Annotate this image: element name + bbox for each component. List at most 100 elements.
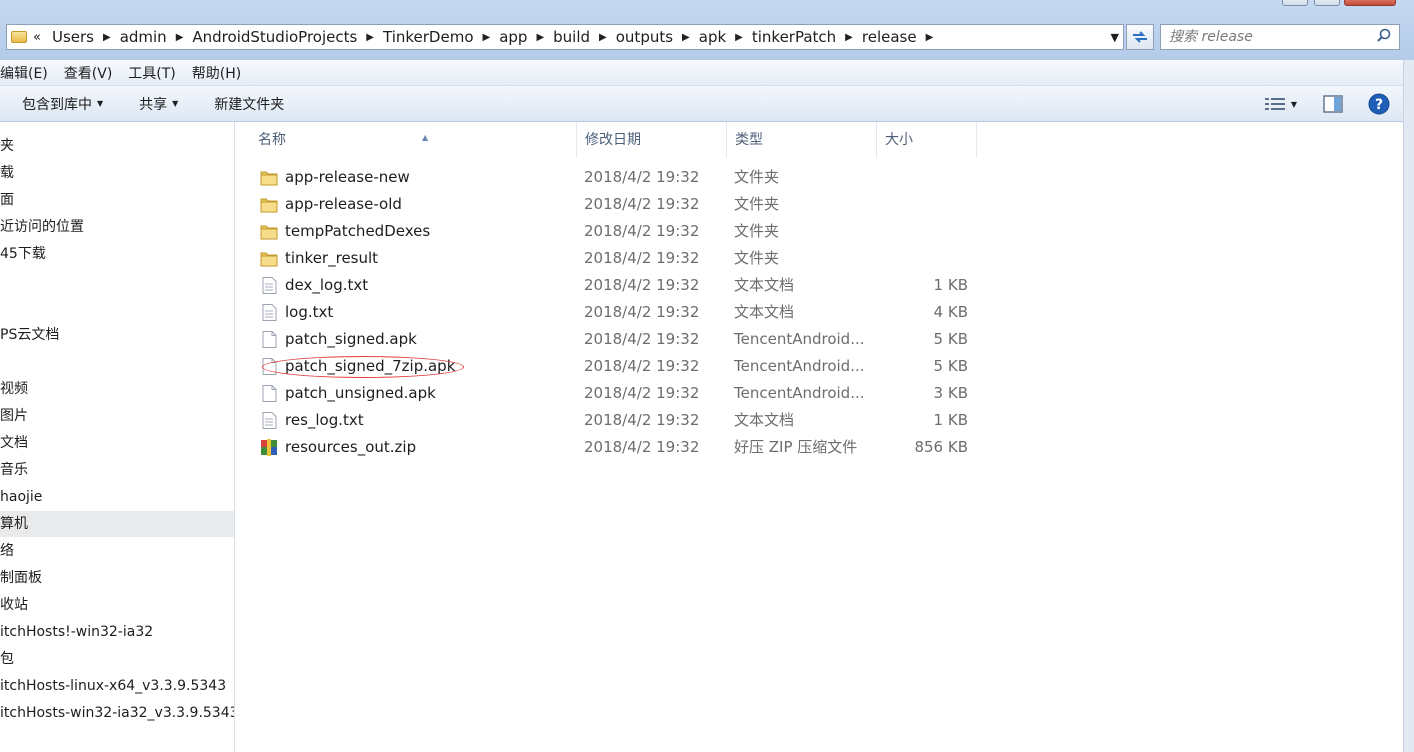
nav-item[interactable]: 文档 xyxy=(0,430,234,456)
breadcrumb-outputs[interactable]: outputs xyxy=(613,28,676,46)
new-folder-label: 新建文件夹 xyxy=(214,96,285,113)
nav-item[interactable]: haojie xyxy=(0,484,234,510)
svg-text:?: ? xyxy=(1375,97,1383,113)
file-name: tinker_result xyxy=(285,249,379,267)
nav-item[interactable]: 载 xyxy=(0,160,234,186)
breadcrumb-apk[interactable]: apk xyxy=(696,28,729,46)
file-row[interactable]: dex_log.txt 2018/4/2 19:32 文本文档 1 KB xyxy=(236,272,996,299)
address-history-dropdown-icon[interactable]: ▼ xyxy=(1111,31,1119,44)
breadcrumb-arrow-icon[interactable]: ▶ xyxy=(477,32,497,43)
new-folder-button[interactable]: 新建文件夹 xyxy=(196,94,302,114)
file-size xyxy=(884,245,968,272)
nav-item[interactable]: 45下载 xyxy=(0,241,234,267)
nav-item[interactable]: 图片 xyxy=(0,403,234,429)
file-date: 2018/4/2 19:32 xyxy=(584,276,700,294)
search-icon[interactable] xyxy=(1377,28,1391,42)
refresh-button[interactable] xyxy=(1126,24,1154,50)
breadcrumb-build[interactable]: build xyxy=(550,28,593,46)
breadcrumb-tinkerpatch[interactable]: tinkerPatch xyxy=(749,28,839,46)
maximize-button[interactable] xyxy=(1314,0,1340,6)
menu-view[interactable]: 查看(V) xyxy=(56,63,121,83)
column-header-size[interactable]: 大小 xyxy=(877,122,977,158)
menu-tools[interactable]: 工具(T) xyxy=(120,63,183,83)
breadcrumb-arrow-icon[interactable]: ▶ xyxy=(920,32,940,43)
close-button[interactable] xyxy=(1344,0,1396,6)
search-input[interactable] xyxy=(1169,29,1369,45)
file-row[interactable]: patch_unsigned.apk 2018/4/2 19:32 TencentA… xyxy=(236,380,996,407)
file-name: dex_log.txt xyxy=(285,276,369,294)
nav-item[interactable]: 制面板 xyxy=(0,565,234,591)
text-file-icon xyxy=(260,277,278,294)
file-date: 2018/4/2 19:32 xyxy=(584,357,700,375)
breadcrumb-arrow-icon[interactable]: ▶ xyxy=(839,32,859,43)
include-in-library-button[interactable]: 包含到库中 ▼ xyxy=(0,94,121,114)
breadcrumb-arrow-icon[interactable]: ▶ xyxy=(729,32,749,43)
file-type: 文件夹 xyxy=(734,222,780,240)
breadcrumb-tinkerdemo[interactable]: TinkerDemo xyxy=(380,28,477,46)
file-row[interactable]: patch_signed.apk 2018/4/2 19:32 TencentAnd… xyxy=(236,326,996,353)
nav-item[interactable]: 音乐 xyxy=(0,457,234,483)
nav-item[interactable]: PS云文档 xyxy=(0,322,234,348)
column-header-date[interactable]: 修改日期 xyxy=(577,122,727,158)
file-row[interactable]: res_log.txt 2018/4/2 19:32 文本文档 1 KB xyxy=(236,407,996,434)
file-row[interactable]: tempPatchedDexes 2018/4/2 19:32 文件夹 xyxy=(236,218,996,245)
file-row[interactable]: patch_signed_7zip.apk 2018/4/2 19:32 Tence… xyxy=(236,353,996,380)
file-row[interactable]: app-release-new 2018/4/2 19:32 文件夹 xyxy=(236,164,996,191)
folder-icon xyxy=(11,31,27,43)
file-size: 5 KB xyxy=(933,330,968,348)
nav-item[interactable]: 近访问的位置 xyxy=(0,214,234,240)
address-bar[interactable]: « Users ▶ admin ▶ AndroidStudioProjects ▶ T… xyxy=(6,24,1124,50)
nav-item[interactable]: itchHosts-linux-x64_v3.3.9.5343 xyxy=(0,673,234,699)
breadcrumb-overflow[interactable]: « xyxy=(33,30,41,45)
column-header-name[interactable]: ▲ 名称 xyxy=(250,122,577,158)
file-row[interactable]: app-release-old 2018/4/2 19:32 文件夹 xyxy=(236,191,996,218)
folder-icon xyxy=(260,223,278,240)
file-row[interactable]: tinker_result 2018/4/2 19:32 文件夹 xyxy=(236,245,996,272)
navigation-pane[interactable]: 夹 载 面 近访问的位置 45下载 PS云文档 视频 图片 文档 音乐 haoj… xyxy=(0,122,235,752)
details-view-icon xyxy=(1265,98,1285,110)
breadcrumb-arrow-icon[interactable]: ▶ xyxy=(593,32,613,43)
file-icon xyxy=(260,385,278,402)
file-row[interactable]: resources_out.zip 2018/4/2 19:32 好压 ZIP 压缩… xyxy=(236,434,996,461)
file-size xyxy=(884,191,968,218)
menu-help[interactable]: 帮助(H) xyxy=(184,63,249,83)
breadcrumb-arrow-icon[interactable]: ▶ xyxy=(360,32,380,43)
file-name: log.txt xyxy=(285,303,334,321)
file-date: 2018/4/2 19:32 xyxy=(584,330,700,348)
file-name: app-release-old xyxy=(285,195,402,213)
column-header-type[interactable]: 类型 xyxy=(727,122,877,158)
file-row[interactable]: log.txt 2018/4/2 19:32 文本文档 4 KB xyxy=(236,299,996,326)
nav-item[interactable]: itchHosts-win32-ia32_v3.3.9.5343 xyxy=(0,700,234,726)
breadcrumb-app[interactable]: app xyxy=(496,28,530,46)
breadcrumb-arrow-icon[interactable]: ▶ xyxy=(676,32,696,43)
share-button[interactable]: 共享 ▼ xyxy=(121,94,196,114)
breadcrumb-arrow-icon[interactable]: ▶ xyxy=(97,32,117,43)
minimize-button[interactable] xyxy=(1282,0,1308,6)
breadcrumb-arrow-icon[interactable]: ▶ xyxy=(530,32,550,43)
file-type: 好压 ZIP 压缩文件 xyxy=(734,438,858,456)
file-name: patch_signed.apk xyxy=(285,330,417,348)
menu-edit[interactable]: 编辑(E) xyxy=(0,63,56,83)
file-name: resources_out.zip xyxy=(285,438,417,456)
nav-item[interactable]: 视频 xyxy=(0,376,234,402)
help-button[interactable]: ? xyxy=(1367,92,1391,116)
nav-item[interactable]: 包 xyxy=(0,646,234,672)
nav-item[interactable]: 面 xyxy=(0,187,234,213)
nav-item-selected[interactable]: 算机 xyxy=(0,511,234,537)
breadcrumb-arrow-icon[interactable]: ▶ xyxy=(170,32,190,43)
nav-item[interactable]: 收站 xyxy=(0,592,234,618)
file-type: 文件夹 xyxy=(734,249,780,267)
window-right-edge xyxy=(1403,60,1414,752)
breadcrumb-admin[interactable]: admin xyxy=(117,28,170,46)
preview-pane-button[interactable] xyxy=(1321,92,1345,116)
nav-item[interactable]: itchHosts!-win32-ia32 xyxy=(0,619,234,645)
breadcrumb-users[interactable]: Users xyxy=(49,28,97,46)
file-type: 文件夹 xyxy=(734,168,780,186)
breadcrumb-androidstudioprojects[interactable]: AndroidStudioProjects xyxy=(189,28,360,46)
view-options-button[interactable] xyxy=(1263,92,1287,116)
breadcrumb-release[interactable]: release xyxy=(859,28,920,46)
view-dropdown-icon[interactable]: ▼ xyxy=(1287,92,1301,116)
nav-item[interactable]: 络 xyxy=(0,538,234,564)
nav-item[interactable]: 夹 xyxy=(0,133,234,159)
file-size: 5 KB xyxy=(933,357,968,375)
